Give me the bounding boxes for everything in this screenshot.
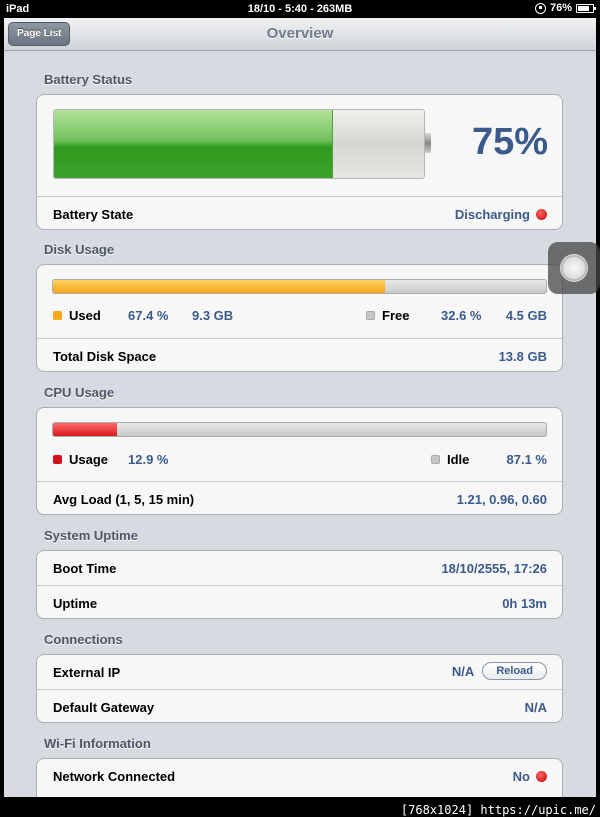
watermark: [768x1024] https://upic.me/ bbox=[400, 803, 596, 817]
external-ip-value: N/A bbox=[451, 663, 475, 679]
cpu-idle-legend: Idle bbox=[431, 452, 469, 467]
disk-used-size: 9.3 GB bbox=[192, 308, 234, 323]
connections-section-title: Connections bbox=[44, 632, 123, 647]
external-ip-value-wrap: N/A Reload bbox=[452, 662, 547, 680]
cpu-idle-label: Idle bbox=[447, 452, 470, 467]
cpu-usage-bar bbox=[52, 422, 547, 437]
disk-free-label: Free bbox=[382, 308, 410, 323]
cpu-idle-percent: 87.1 % bbox=[506, 452, 547, 467]
battery-percent: 75% bbox=[471, 121, 548, 163]
disk-usage-bar-fill bbox=[53, 280, 386, 293]
battery-card: 75% Battery State Discharging bbox=[36, 94, 563, 230]
overview-content[interactable]: Battery Status 75% Battery State Dischar… bbox=[4, 51, 596, 797]
battery-state-value: Discharging bbox=[454, 207, 530, 222]
avg-load-label: Avg Load (1, 5, 15 min) bbox=[53, 492, 195, 507]
disk-used-label: Used bbox=[69, 308, 101, 323]
free-swatch-icon bbox=[366, 311, 375, 320]
avg-load-value: 1.21, 0.96, 0.60 bbox=[456, 492, 547, 507]
battery-gauge bbox=[53, 109, 425, 179]
network-status-indicator-icon bbox=[536, 771, 547, 782]
cpu-usage-bar-fill bbox=[53, 423, 117, 436]
uptime-card: Boot Time 18/10/2555, 17:26 Uptime 0h 13… bbox=[36, 550, 563, 619]
default-gateway-row: Default Gateway N/A bbox=[37, 689, 562, 724]
battery-state-label: Battery State bbox=[53, 207, 134, 222]
network-connected-label: Network Connected bbox=[53, 769, 176, 784]
cpu-usage-percent: 12.9 % bbox=[128, 452, 169, 467]
disk-free-percent: 32.6 % bbox=[441, 308, 482, 323]
disk-free-legend: Free bbox=[366, 308, 409, 323]
network-connected-value: No bbox=[512, 769, 530, 784]
disk-used-percent: 67.4 % bbox=[128, 308, 169, 323]
network-connected-value-wrap: No bbox=[513, 769, 547, 784]
boot-time-value: 18/10/2555, 17:26 bbox=[441, 561, 547, 576]
reload-button[interactable]: Reload bbox=[482, 662, 547, 680]
uptime-value: 0h 13m bbox=[502, 596, 547, 611]
connections-card: External IP N/A Reload Default Gateway N… bbox=[36, 654, 563, 723]
cpu-usage-legend: Usage bbox=[53, 452, 108, 467]
battery-gauge-fill bbox=[54, 110, 333, 178]
disk-free-size: 4.5 GB bbox=[505, 308, 547, 323]
default-gateway-value: N/A bbox=[524, 700, 547, 715]
page-title: Overview bbox=[266, 25, 334, 42]
uptime-row: Uptime 0h 13m bbox=[37, 585, 562, 620]
cpu-usage-label: Usage bbox=[69, 452, 109, 467]
battery-icon bbox=[576, 3, 596, 13]
battery-state-value-wrap: Discharging bbox=[455, 207, 547, 222]
assistive-touch-button[interactable] bbox=[548, 242, 600, 294]
battery-status-indicator-icon bbox=[536, 209, 547, 220]
boot-time-label: Boot Time bbox=[53, 561, 117, 576]
status-center-text: 18/10 - 5:40 - 263MB bbox=[247, 3, 353, 15]
battery-state-row: Battery State Discharging bbox=[37, 196, 562, 231]
idle-swatch-icon bbox=[431, 455, 440, 464]
disk-usage-bar bbox=[52, 279, 547, 294]
status-bar: iPad 18/10 - 5:40 - 263MB 76% bbox=[0, 0, 600, 18]
disk-used-legend: Used bbox=[53, 308, 101, 323]
total-disk-label: Total Disk Space bbox=[53, 349, 157, 364]
assistive-touch-icon bbox=[560, 254, 588, 282]
boot-time-row: Boot Time 18/10/2555, 17:26 bbox=[37, 551, 562, 585]
disk-section-title: Disk Usage bbox=[44, 242, 115, 257]
status-right: 76% bbox=[534, 2, 596, 14]
total-disk-row: Total Disk Space 13.8 GB bbox=[37, 338, 562, 373]
battery-section-title: Battery Status bbox=[44, 72, 133, 87]
wifi-card: Network Connected No bbox=[36, 758, 563, 797]
cpu-section-title: CPU Usage bbox=[44, 385, 115, 400]
usage-swatch-icon bbox=[53, 455, 62, 464]
battery-gauge-tip bbox=[425, 133, 431, 153]
default-gateway-label: Default Gateway bbox=[53, 700, 155, 715]
network-connected-row: Network Connected No bbox=[37, 759, 562, 793]
disk-card: Used 67.4 % 9.3 GB Free 32.6 % 4.5 GB To… bbox=[36, 264, 563, 372]
navigation-bar: Page List Overview bbox=[4, 18, 596, 51]
external-ip-label: External IP bbox=[53, 665, 121, 680]
rotation-lock-icon bbox=[534, 2, 546, 14]
avg-load-row: Avg Load (1, 5, 15 min) 1.21, 0.96, 0.60 bbox=[37, 481, 562, 516]
status-battery-percent: 76% bbox=[549, 2, 572, 14]
external-ip-row: External IP N/A Reload bbox=[37, 655, 562, 689]
uptime-section-title: System Uptime bbox=[44, 528, 138, 543]
uptime-label: Uptime bbox=[53, 596, 98, 611]
wifi-section-title: Wi-Fi Information bbox=[44, 736, 151, 751]
cpu-card: Usage 12.9 % Idle 87.1 % Avg Load (1, 5,… bbox=[36, 407, 563, 515]
total-disk-value: 13.8 GB bbox=[498, 349, 547, 364]
used-swatch-icon bbox=[53, 311, 62, 320]
